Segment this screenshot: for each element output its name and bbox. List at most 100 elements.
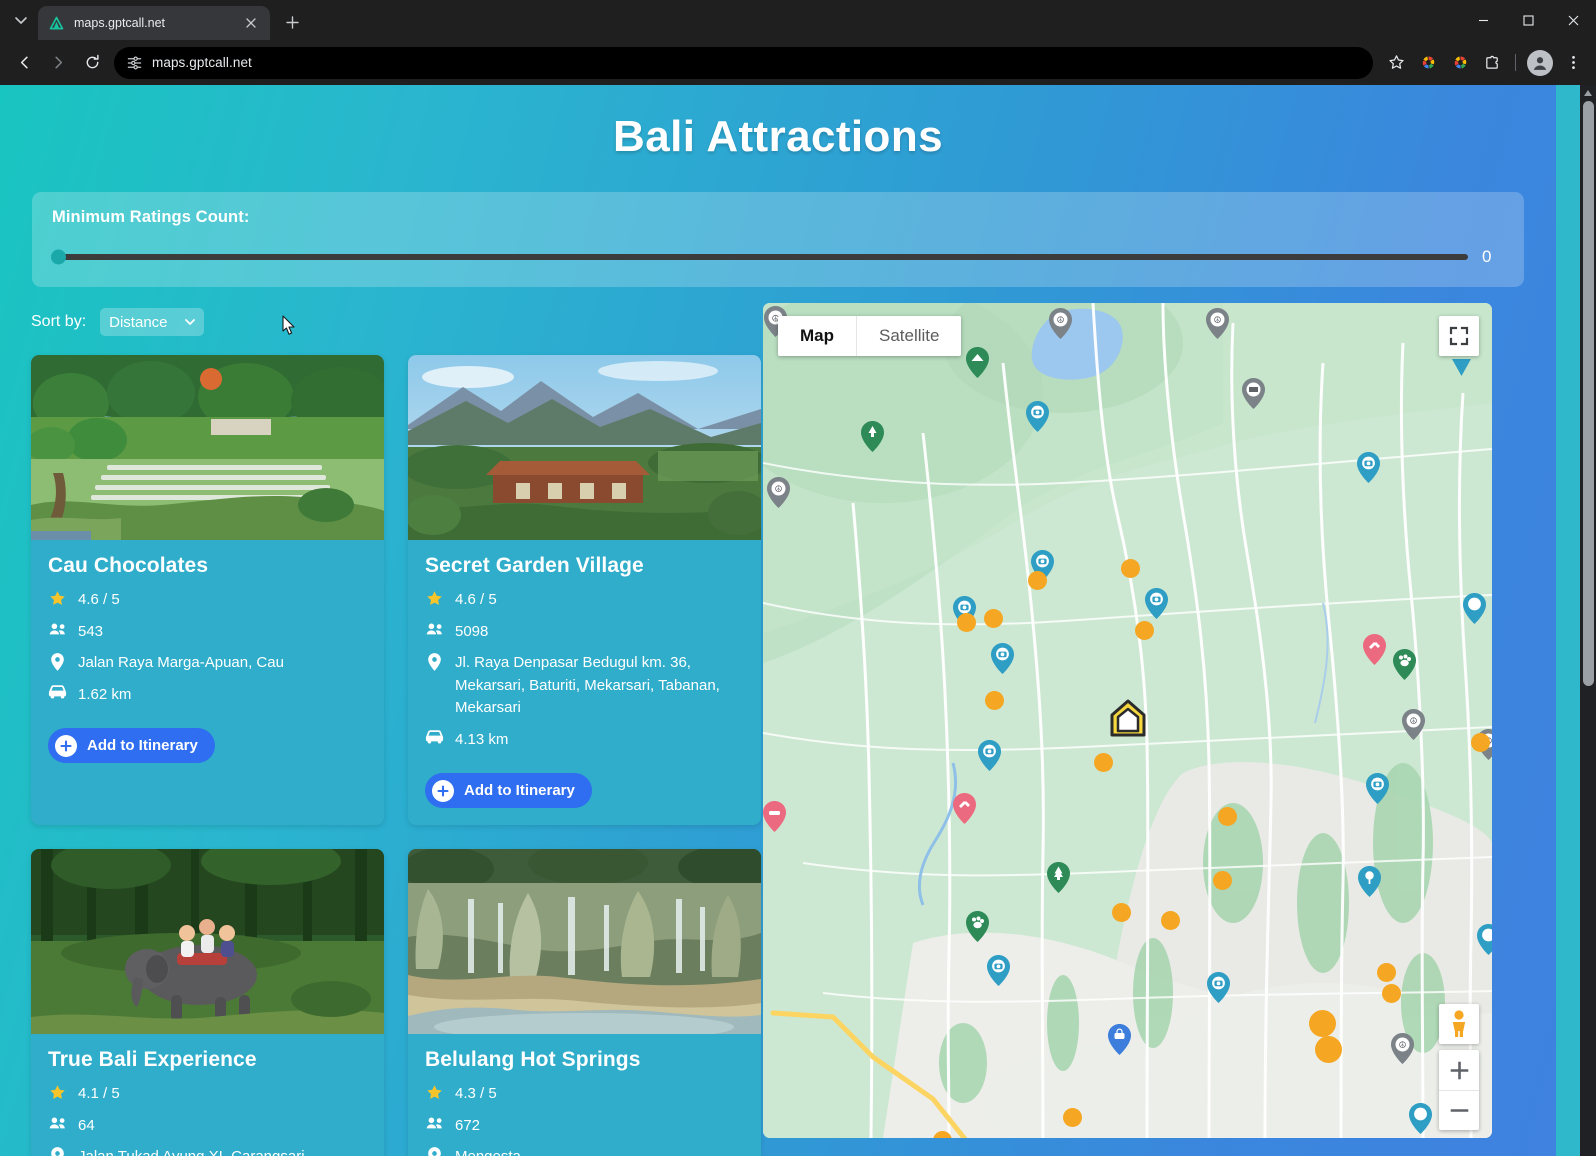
rating-row: 4.6 / 5 xyxy=(48,589,367,612)
map-pin-gunung-sanghyang[interactable] xyxy=(861,421,884,452)
map-pin-jembatan-tukad[interactable] xyxy=(1242,378,1265,409)
map-pin-desa-coklat-bali[interactable] xyxy=(978,740,1001,771)
map-pin-suwat-waterfall[interactable] xyxy=(1477,924,1492,955)
map-pin-pelisan-waterfall[interactable] xyxy=(1357,452,1380,483)
minimize-icon[interactable] xyxy=(1461,0,1506,40)
map-pin-taman-pujaan-bangsa[interactable] xyxy=(1047,862,1070,893)
map-result-dot[interactable] xyxy=(1112,903,1131,922)
map-result-dot[interactable] xyxy=(1213,871,1232,890)
map-pin-goa-gajah[interactable]: ☮ xyxy=(1391,1033,1414,1064)
location-pin-icon xyxy=(425,1146,444,1156)
chrome-menu-icon[interactable] xyxy=(1558,48,1588,78)
street-view-pegman[interactable] xyxy=(1439,1004,1479,1044)
extensions-puzzle-icon[interactable] xyxy=(1477,48,1507,78)
tab-title: maps.gptcall.net xyxy=(74,16,166,30)
map-pin-temple-left[interactable]: ☮ xyxy=(767,477,790,508)
attraction-card-body: Secret Garden Village 4.6 / 5 5098 Jl. R… xyxy=(408,540,761,825)
address-bar[interactable]: maps.gptcall.net xyxy=(114,46,1373,79)
attraction-card[interactable]: Secret Garden Village 4.6 / 5 5098 Jl. R… xyxy=(408,355,761,825)
ratings-slider[interactable] xyxy=(51,249,1468,265)
map-pin-alas-kedaton[interactable] xyxy=(987,955,1010,986)
map-pin-ceking-rice-terrace[interactable] xyxy=(1366,773,1389,804)
map-result-dot[interactable] xyxy=(1309,1010,1336,1037)
map-type-satellite[interactable]: Satellite xyxy=(856,316,961,356)
maximize-icon[interactable] xyxy=(1506,0,1551,40)
zoom-in-button[interactable] xyxy=(1439,1050,1479,1090)
ratings-count-row: 64 xyxy=(48,1115,367,1138)
map-pin-pura-puncak-mangu[interactable]: ☮ xyxy=(1206,308,1229,339)
extension-color-icon[interactable] xyxy=(1413,48,1443,78)
map-result-dot[interactable] xyxy=(1135,621,1154,640)
profile-avatar-icon[interactable] xyxy=(1527,49,1553,76)
site-settings-icon[interactable] xyxy=(126,54,143,71)
map-pin-juga[interactable] xyxy=(1409,1103,1432,1134)
map-pin-pura-gunung-kawi[interactable]: ☮ xyxy=(1402,709,1425,740)
map-type-map[interactable]: Map xyxy=(778,316,856,356)
map-pin-blooms-garden[interactable] xyxy=(1026,401,1049,432)
svg-text:☮: ☮ xyxy=(1213,315,1221,325)
star-icon xyxy=(425,589,444,607)
map-pin-belulang-hot-springs[interactable] xyxy=(991,643,1014,674)
map-result-dot[interactable] xyxy=(1028,571,1047,590)
map-result-dot[interactable] xyxy=(1063,1108,1082,1127)
bookmark-star-icon[interactable] xyxy=(1381,48,1411,78)
fullscreen-icon xyxy=(1449,326,1469,346)
map-pin-aloha-ubud-swing[interactable] xyxy=(1358,866,1381,897)
scrollbar-thumb[interactable] xyxy=(1583,101,1594,686)
fullscreen-button[interactable] xyxy=(1439,316,1479,356)
map-result-dot[interactable] xyxy=(1094,753,1113,772)
attraction-card[interactable]: Belulang Hot Springs 4.3 / 5 672 xyxy=(408,849,761,1156)
forward-icon[interactable] xyxy=(42,47,74,79)
map-pin-taman-beji-griya[interactable] xyxy=(1207,972,1230,1003)
zoom-out-button[interactable] xyxy=(1439,1090,1479,1130)
close-window-icon[interactable] xyxy=(1551,0,1596,40)
map-result-dot[interactable] xyxy=(1218,807,1237,826)
map-result-dot[interactable] xyxy=(1382,984,1401,1003)
sort-by-select[interactable]: Distance xyxy=(100,308,205,336)
extension-color-icon-2[interactable] xyxy=(1445,48,1475,78)
map-result-dot[interactable] xyxy=(1471,733,1490,752)
map-type-control[interactable]: Map Satellite xyxy=(778,316,962,356)
map-pin-padma-resort-ubud[interactable] xyxy=(1363,634,1386,665)
map-result-dot[interactable] xyxy=(1121,559,1140,578)
reload-icon[interactable] xyxy=(76,47,108,79)
plus-icon xyxy=(55,734,77,757)
map-result-dot[interactable] xyxy=(957,613,976,632)
browser-tab[interactable]: maps.gptcall.net xyxy=(38,6,270,40)
map-pin-ud-rhodema-jaya[interactable] xyxy=(1108,1024,1131,1055)
address-value: Jl. Raya Denpasar Bedugul km. 36, Mekars… xyxy=(455,654,720,716)
map-result-dot[interactable] xyxy=(985,691,1004,710)
map-result-dot[interactable] xyxy=(984,609,1003,628)
map-pin-hotel-left[interactable] xyxy=(763,801,786,832)
back-icon[interactable] xyxy=(8,47,40,79)
map-pin-ulun-danu[interactable]: ☮ xyxy=(1049,308,1072,339)
tab-search-button[interactable] xyxy=(4,4,38,36)
map-pin-right-edge[interactable] xyxy=(1463,593,1486,624)
page-scrollbar[interactable] xyxy=(1580,85,1596,1156)
zoom-controls[interactable] xyxy=(1439,1050,1479,1130)
sort-by-value: Distance xyxy=(109,313,168,331)
browser-window: maps.gptcall.net maps.gptcall.net Bali A… xyxy=(0,0,1596,1156)
map-pin-leke-leke-waterfall[interactable] xyxy=(1145,588,1168,619)
map-pin-air-panas-penatahan[interactable] xyxy=(953,793,976,824)
attraction-card[interactable]: True Bali Experience 4.1 / 5 64 xyxy=(31,849,384,1156)
google-map[interactable]: ☮ ☮ ☮ ☮ ☮ ☮ Map Satellite xyxy=(763,303,1492,1138)
add-to-itinerary-button[interactable]: Add to Itinerary xyxy=(425,773,592,808)
new-tab-button[interactable] xyxy=(278,8,306,36)
ratings-count-row: 672 xyxy=(425,1115,744,1138)
map-result-dot[interactable] xyxy=(1377,963,1396,982)
map-pin-bratan[interactable] xyxy=(966,347,989,378)
attraction-card-body: Cau Chocolates 4.6 / 5 543 Jalan Raya Ma… xyxy=(31,540,384,780)
close-icon[interactable] xyxy=(242,14,260,32)
browser-toolbar: maps.gptcall.net xyxy=(0,40,1596,85)
rating-value: 4.6 / 5 xyxy=(78,591,120,608)
scroll-up-arrow[interactable] xyxy=(1580,85,1596,101)
add-to-itinerary-button[interactable]: Add to Itinerary xyxy=(48,728,215,763)
map-pin-bali-butterfly-park[interactable] xyxy=(966,911,989,942)
map-result-dot[interactable] xyxy=(1315,1036,1342,1063)
slider-thumb[interactable] xyxy=(51,249,66,265)
map-result-dot[interactable] xyxy=(1161,911,1180,930)
home-location-marker[interactable] xyxy=(1108,699,1148,739)
attraction-card[interactable]: Cau Chocolates 4.6 / 5 543 Jalan Raya Ma… xyxy=(31,355,384,825)
map-pin-elephant-safari-park[interactable] xyxy=(1393,649,1416,680)
